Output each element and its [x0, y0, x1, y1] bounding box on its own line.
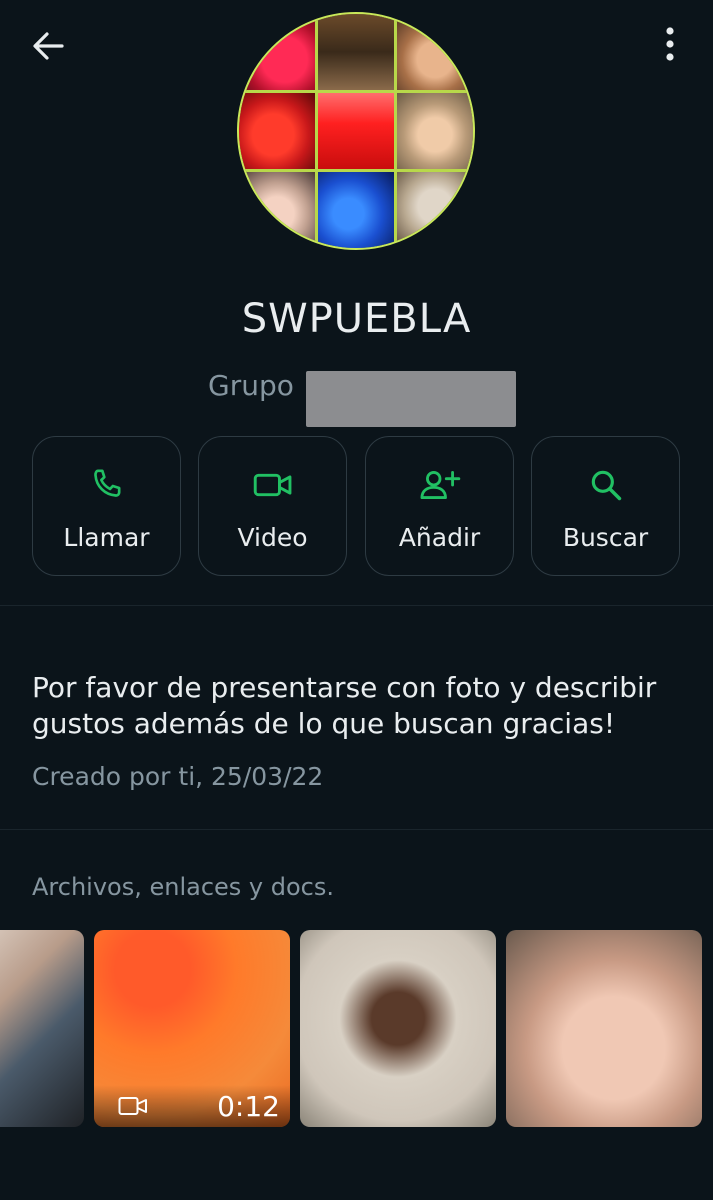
call-label: Llamar	[63, 523, 150, 552]
video-button[interactable]: Video	[198, 436, 347, 576]
avatar-tile	[239, 172, 315, 248]
avatar-tile	[239, 14, 315, 90]
back-button[interactable]	[26, 24, 70, 68]
video-duration: 0:12	[217, 1090, 280, 1123]
video-camera-icon	[118, 1097, 147, 1115]
created-info: Creado por ti, 25/03/22	[32, 762, 324, 791]
media-thumbnail[interactable]	[506, 930, 702, 1127]
add-person-icon	[418, 463, 462, 507]
section-divider	[0, 829, 713, 830]
avatar-collage	[239, 14, 473, 248]
group-description[interactable]: Por favor de presentarse con foto y desc…	[32, 670, 692, 742]
call-button[interactable]: Llamar	[32, 436, 181, 576]
avatar-tile	[318, 172, 394, 248]
add-label: Añadir	[398, 523, 481, 552]
avatar-tile	[318, 14, 394, 90]
media-section-title[interactable]: Archivos, enlaces y docs.	[32, 873, 334, 901]
phone-icon	[85, 463, 129, 507]
video-label: Video	[237, 523, 308, 552]
avatar-tile	[397, 93, 473, 169]
group-name: SWPUEBLA	[241, 296, 472, 342]
avatar-tile	[318, 93, 394, 169]
avatar-tile	[239, 93, 315, 169]
section-divider	[0, 605, 713, 606]
search-button[interactable]: Buscar	[531, 436, 680, 576]
media-strip: 0:12	[0, 930, 713, 1127]
action-buttons: Llamar Video Añadir Buscar	[0, 436, 713, 576]
media-thumbnail[interactable]	[300, 930, 496, 1127]
search-label: Buscar	[562, 523, 649, 552]
add-participant-button[interactable]: Añadir	[365, 436, 514, 576]
more-options-button[interactable]	[648, 22, 692, 66]
avatar-tile	[397, 172, 473, 248]
group-avatar[interactable]	[237, 12, 475, 250]
search-icon	[584, 463, 628, 507]
media-thumbnail-video[interactable]: 0:12	[94, 930, 290, 1127]
group-subtitle: Grupo	[208, 368, 294, 402]
avatar-tile	[397, 14, 473, 90]
redaction-box	[306, 371, 516, 427]
more-vert-icon	[666, 27, 674, 61]
media-thumbnail[interactable]	[0, 930, 84, 1127]
video-camera-icon	[251, 463, 295, 507]
arrow-left-icon	[33, 32, 64, 60]
